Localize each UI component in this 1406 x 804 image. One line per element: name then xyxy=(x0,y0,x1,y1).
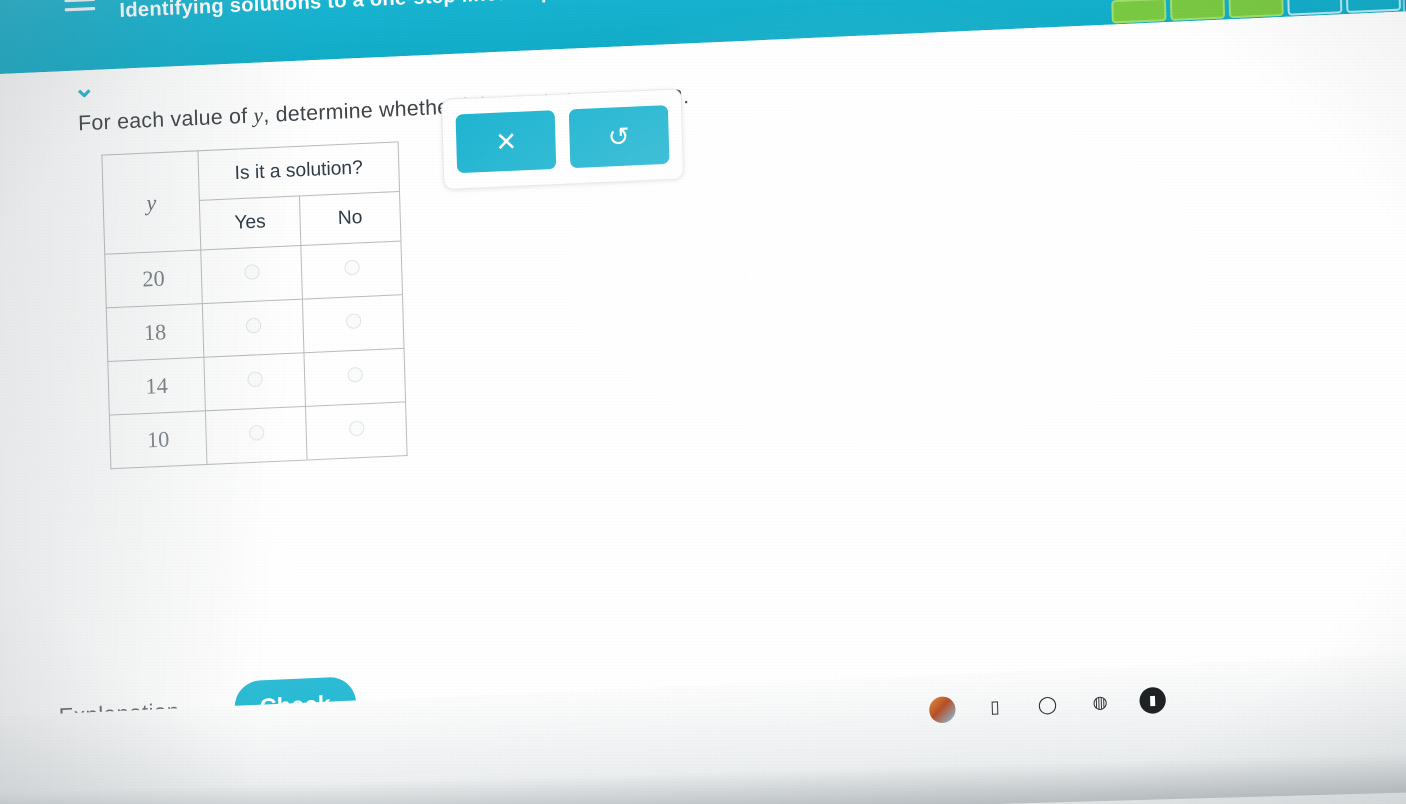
hamburger-menu-icon[interactable] xyxy=(64,0,96,17)
answer-tools-group: ✕ ↺ xyxy=(440,88,685,191)
row-value: 10 xyxy=(109,410,207,469)
battery-icon[interactable]: ▮ xyxy=(1139,686,1167,715)
row-value: 14 xyxy=(107,357,206,416)
progress-pip xyxy=(1111,0,1167,24)
table-header-variable: y xyxy=(101,150,201,255)
radio-no[interactable] xyxy=(345,313,361,330)
undo-button[interactable]: ↺ xyxy=(568,105,670,169)
table-header-no: No xyxy=(299,191,401,246)
radio-no-cell[interactable] xyxy=(300,241,403,300)
radio-yes-cell[interactable] xyxy=(200,245,303,304)
radio-yes-cell[interactable] xyxy=(202,299,304,358)
radio-no[interactable] xyxy=(343,259,360,276)
table-header-yes: Yes xyxy=(199,195,301,250)
radio-yes[interactable] xyxy=(245,317,261,334)
radio-no[interactable] xyxy=(346,366,363,383)
progress-pip xyxy=(1287,0,1343,16)
radio-no-cell[interactable] xyxy=(303,348,406,407)
photo-thumbnail-icon[interactable] xyxy=(928,696,956,724)
table-header-is-solution: Is it a solution? xyxy=(197,141,400,201)
radio-yes[interactable] xyxy=(246,371,263,388)
radio-no-cell[interactable] xyxy=(305,401,408,461)
notification-icon[interactable]: ▯ xyxy=(981,694,1008,721)
screen-surface: …kVYgzD1mdmFpI5Rq8-S1O_Xp5TjSt… gton ◉ M… xyxy=(0,0,1406,804)
radio-yes[interactable] xyxy=(248,424,264,441)
page-title: Identifying solutions to a one-step line… xyxy=(119,0,769,23)
prompt-text-1: For each value of xyxy=(77,104,254,136)
radio-yes-cell[interactable] xyxy=(205,406,308,465)
user-avatar-icon[interactable]: ◯ xyxy=(1034,691,1061,718)
clear-button[interactable]: ✕ xyxy=(455,110,557,174)
solution-table: y Is it a solution? Yes No 20 18 14 10 xyxy=(101,141,408,470)
radio-no-cell[interactable] xyxy=(302,294,405,353)
radio-no[interactable] xyxy=(348,420,365,437)
progress-pip xyxy=(1228,0,1284,19)
volume-icon[interactable]: ◍ xyxy=(1087,689,1114,716)
radio-yes[interactable] xyxy=(243,264,260,280)
taskbar-icon-group: ▯ ◯ ◍ ▮ xyxy=(928,686,1167,724)
radio-yes-cell[interactable] xyxy=(203,352,306,411)
row-value: 20 xyxy=(104,249,203,308)
row-value: 18 xyxy=(106,303,204,362)
progress-pip xyxy=(1169,0,1226,21)
chevron-down-icon[interactable]: ⌄ xyxy=(73,72,96,103)
prompt-period: . xyxy=(682,84,690,109)
screen-photo: …kVYgzD1mdmFpI5Rq8-S1O_Xp5TjSt… gton ◉ M… xyxy=(0,0,1406,804)
